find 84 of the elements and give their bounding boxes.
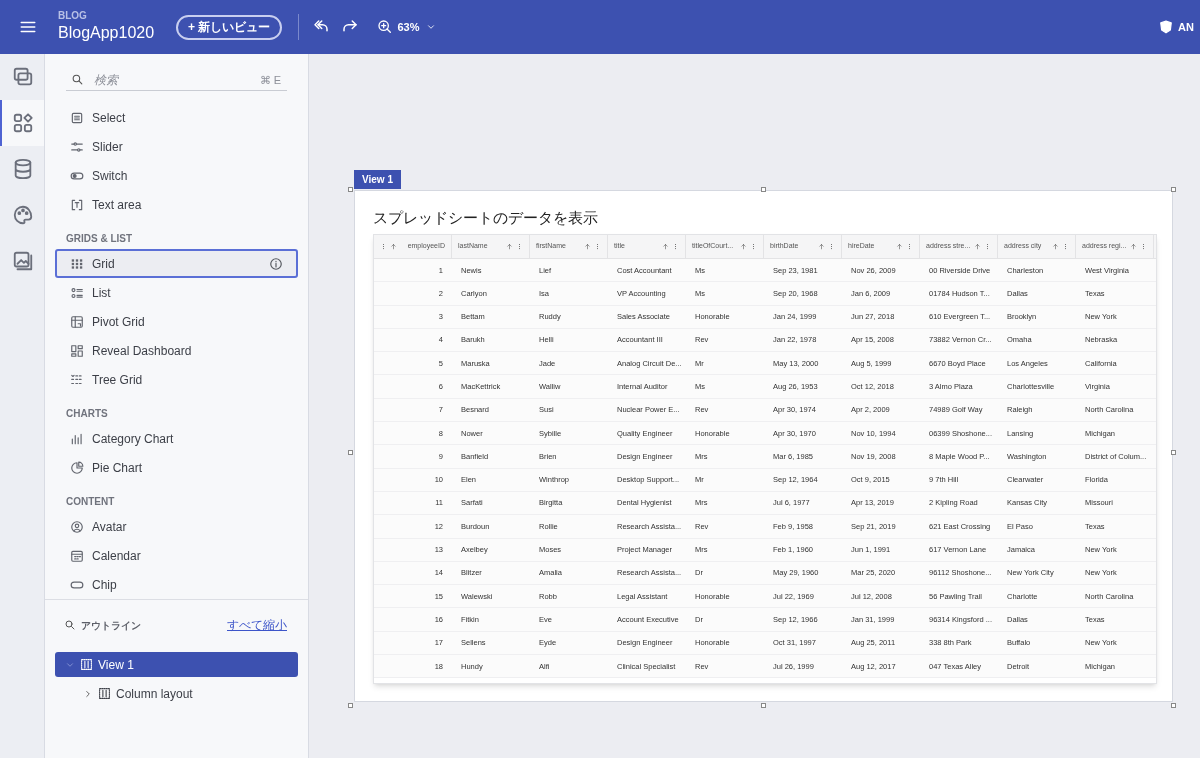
resize-handle[interactable] [1171,450,1176,455]
sort-arrow-icon [1130,243,1137,250]
grid-icon [70,256,84,271]
more-icon [1062,243,1069,250]
more-icon [984,243,991,250]
component-item[interactable]: Chip [55,570,298,599]
collapse-all-link[interactable]: すべて縮小 [227,616,287,634]
resize-handle[interactable] [348,187,353,192]
chevron-down-icon [426,22,437,32]
resize-handle[interactable] [761,703,766,708]
slider-icon [70,139,84,154]
component-item[interactable]: Grid [55,249,298,278]
resize-handle[interactable] [1171,187,1176,192]
layout-icon [80,658,93,671]
more-icon [516,243,523,250]
sort-arrow-icon [584,243,591,250]
section-heading: CHARTS [66,407,109,421]
outline-node[interactable]: View 1 [55,652,298,677]
database-icon [12,158,34,180]
sort-arrow-icon [740,243,747,250]
select-icon [70,110,84,125]
info-icon [269,256,283,271]
sort-arrow-icon [662,243,669,250]
app-label: BLOG [58,10,88,22]
component-item[interactable]: List [55,278,298,307]
component-item[interactable]: Slider [55,132,298,161]
component-item[interactable]: Category Chart [55,424,298,453]
resize-handle[interactable] [348,703,353,708]
windows-icon [12,66,34,88]
palette-icon [12,204,34,226]
avatar-icon [70,519,84,534]
component-item[interactable]: Calendar [55,541,298,570]
component-item[interactable]: Select [55,103,298,132]
sort-arrow-icon [896,243,903,250]
component-item[interactable]: Pivot Grid [55,307,298,336]
component-item[interactable]: Avatar [55,512,298,541]
pie-chart-icon [70,460,84,475]
text-area-icon [70,197,84,212]
dashboard-icon [70,343,84,358]
app-name: BlogApp1020 [58,23,155,43]
sort-arrow-icon [818,243,825,250]
search-icon [64,619,76,631]
component-item[interactable]: Reveal Dashboard [55,336,298,365]
pivot-grid-icon [70,314,84,329]
sort-arrow-icon [390,243,397,250]
bar-chart-icon [70,431,84,446]
component-item[interactable]: Switch [55,161,298,190]
zoom-dropdown[interactable]: 63% [377,18,437,36]
more-icon [672,243,679,250]
search-icon [71,73,84,87]
resize-handle[interactable] [348,450,353,455]
more-icon [380,243,387,250]
component-item[interactable]: Tree Grid [55,365,298,394]
chevron-right-icon[interactable] [83,688,93,699]
sort-arrow-icon [1052,243,1059,250]
search-field[interactable]: 検索 [94,70,260,89]
outline-node[interactable]: Column layout [55,681,298,706]
resize-handle[interactable] [761,187,766,192]
view-heading: スプレッドシートのデータを表示 [373,208,599,228]
resize-handle[interactable] [1171,703,1176,708]
zoom-in-icon [377,19,394,35]
sort-arrow-icon [974,243,981,250]
component-item[interactable]: Pie Chart [55,453,298,482]
more-icon [750,243,757,250]
list-icon [70,285,84,300]
tree-grid-icon [70,372,84,387]
view-tab[interactable]: View 1 [354,170,401,189]
sort-arrow-icon [506,243,513,250]
component-item[interactable]: Text area [55,190,298,219]
more-icon [906,243,913,250]
section-heading: GRIDS & LIST [66,232,134,246]
section-heading: CONTENT [66,495,116,509]
new-view-button[interactable]: + 新しいビュー [176,14,283,40]
components-icon [12,112,34,134]
layout-icon [98,687,111,700]
more-icon [828,243,835,250]
shortcut-hint: ⌘ E [259,72,281,88]
images-icon [12,250,34,272]
calendar-icon [70,548,84,563]
outline-title: アウトライン [81,618,142,633]
more-icon [594,243,601,250]
more-icon [1140,243,1147,250]
account-text: AN [1178,19,1194,35]
shield-icon [1159,20,1174,34]
